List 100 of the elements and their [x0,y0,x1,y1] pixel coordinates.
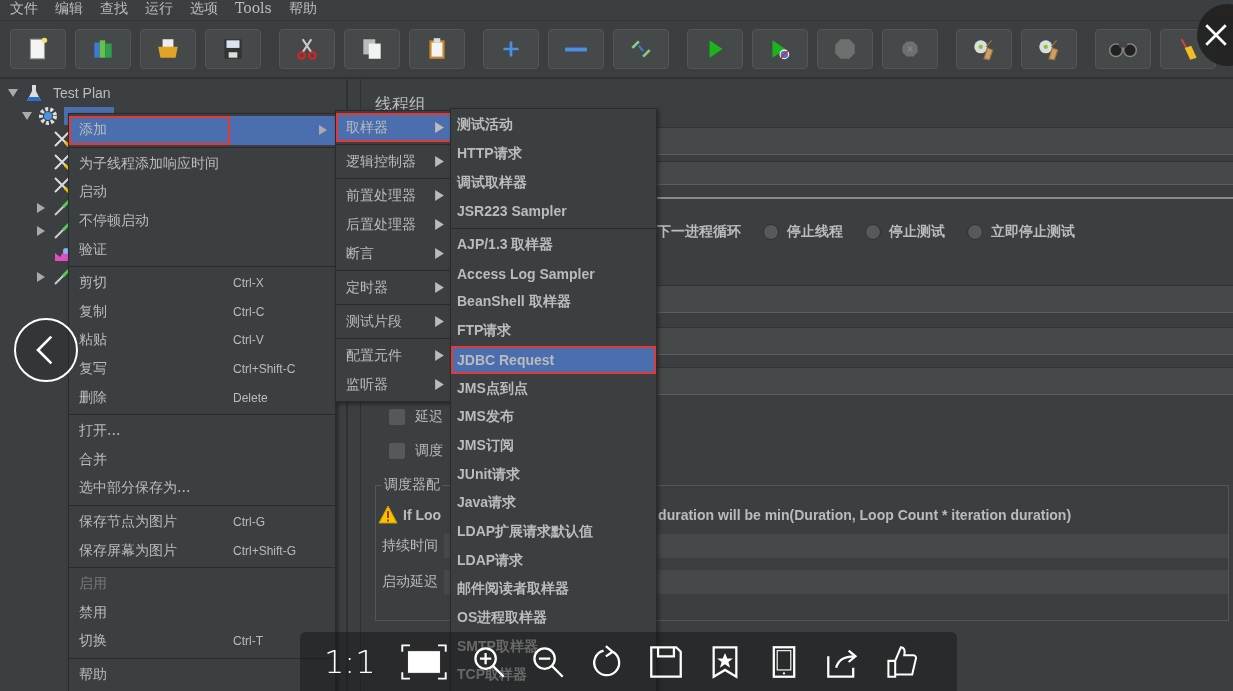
checkbox-label: 调度 [415,442,443,460]
shortcut-text: Delete [233,390,269,405]
collapsed-arrow-icon[interactable] [36,225,46,236]
toolbar-button[interactable] [10,29,66,69]
menu-item[interactable]: 逻辑控制器 [336,147,452,176]
submenu-arrow-icon [435,190,444,201]
radio-button[interactable] [865,224,881,240]
menu-item[interactable]: 配置元件 [336,341,452,370]
toolbar-button[interactable] [205,29,261,69]
menu-item[interactable]: JMS订阅 [451,431,656,461]
menu-item[interactable]: Access Log Sampler [451,259,656,289]
toolbar-button[interactable] [1021,29,1077,69]
menu-item[interactable]: JSR223 Sampler [451,197,656,226]
menu-item[interactable]: 调试取样器 [451,168,656,198]
menu-item[interactable]: 前置处理器 [336,181,452,210]
toolbar-button[interactable] [75,29,131,69]
menu-item[interactable]: 剪切 Ctrl-X [69,268,335,298]
menu-item[interactable]: 断言 [336,239,452,268]
submenu-arrow-icon [435,219,444,230]
menu-item[interactable]: FTP请求 [451,316,656,346]
menu-item[interactable]: 保存屏幕为图片 Ctrl+Shift-G [69,536,335,565]
menu-item[interactable]: 打开... [69,416,335,446]
radio-button[interactable] [967,224,983,240]
menu-item[interactable]: 监听器 [336,370,452,399]
menu-item[interactable]: LDAP扩展请求默认值 [451,517,656,547]
menu-item[interactable]: HTTP请求 [451,139,656,169]
menu-item[interactable]: 验证 [69,235,335,264]
menu-item[interactable]: LDAP请求 [451,546,656,575]
field-label: 持续时间 [382,537,438,555]
stop-sign-icon [832,36,858,62]
menu-item[interactable]: 复写 Ctrl+Shift-C [69,354,335,384]
like-button[interactable] [884,644,919,679]
radio-label: 立即停止测试 [991,223,1075,241]
scissors-icon [294,36,320,62]
checkbox[interactable] [389,443,405,459]
field-label: 启动延迟 [382,573,438,591]
shortcut-text: Ctrl-T [233,634,264,649]
menu-item[interactable]: 邮件阅读者取样器 [451,575,656,604]
menu-bar-item[interactable]: 查找 [100,0,128,16]
shortcut-text: Ctrl+Shift-G [233,543,297,558]
binoculars-icon [1109,40,1137,58]
previous-button[interactable] [14,318,78,382]
menu-item[interactable]: 启动 [69,178,335,207]
radio-label: 停止测试 [889,223,945,241]
checkbox-label: 延迟 [415,408,443,426]
save-button[interactable] [648,644,683,679]
menu-item[interactable]: 删除 Delete [69,383,335,412]
menu-item[interactable]: 测试活动 [451,111,656,140]
submenu-arrow-icon [435,156,444,167]
warning-text: duration will be min(Duration, Loop Count * iteration duration) [658,507,1072,523]
menu-item[interactable]: 为子线程添加响应时间 [69,149,335,179]
menu-bar-item[interactable]: 帮助 [288,0,317,16]
expanded-arrow-icon[interactable] [8,87,18,98]
menu-item[interactable]: JMS点到点 [451,374,656,403]
fit-screen-icon [400,643,447,680]
shortcut-text: Ctrl-G [233,515,266,529]
menu-item[interactable]: 不停顿启动 [69,206,335,236]
menu-item[interactable]: 合并 [69,445,335,475]
fit-screen-button[interactable] [400,643,447,680]
menu-bar-item[interactable]: 运行 [145,0,173,16]
submenu-arrow-icon [435,248,444,259]
menu-item[interactable]: BeanShell 取样器 [451,288,656,317]
menu-item[interactable]: 保存节点为图片 Ctrl-G [69,507,335,537]
submenu-arrow-icon [435,282,444,293]
menu-item[interactable]: 复制 Ctrl-C [69,297,335,327]
tree-item[interactable]: Test Plan [50,83,114,102]
menu-bar-item[interactable]: 选项 [190,0,218,16]
menu-item[interactable]: 测试片段 [336,307,452,336]
submenu-arrow-icon [435,316,444,327]
warning-icon [378,505,398,525]
toolbar-button[interactable] [956,29,1012,69]
radio-button[interactable] [763,224,779,240]
thumbs-up-icon [884,644,919,679]
checkbox[interactable] [389,409,405,425]
menu-item[interactable]: 定时器 [336,273,452,302]
menu-item[interactable]: 选中部分保存为... [69,474,335,503]
close-icon [1203,22,1229,48]
menu-bar-item[interactable]: 编辑 [55,0,83,16]
collapsed-arrow-icon[interactable] [36,202,46,213]
submenu-arrow-icon [435,122,444,133]
menu-item[interactable]: JUnit请求 [451,460,656,489]
menu-item[interactable]: AJP/1.3 取样器 [451,230,656,260]
menu-item[interactable]: 禁用 [69,598,335,628]
toolbar-button[interactable] [344,29,400,69]
collapsed-arrow-icon[interactable] [36,271,46,282]
radio-label: 停止线程 [787,223,843,241]
toolbar-button[interactable] [409,29,465,69]
menu-item[interactable]: Java请求 [451,488,656,518]
group-title: 调度器配 [382,476,442,494]
shortcut-text: Ctrl-C [233,304,266,319]
menu-bar-item[interactable]: Tools [235,0,272,16]
expanded-arrow-icon[interactable] [22,110,32,121]
menu-item[interactable]: 后置处理器 [336,210,452,239]
menu-bar-item[interactable]: 文件 [10,0,38,16]
submenu-arrow-icon [435,350,444,361]
menu-item[interactable]: OS进程取样器 [451,603,656,633]
menu-item[interactable]: JMS发布 [451,402,656,432]
menu-item[interactable]: 粘贴 Ctrl-V [69,326,335,355]
toolbar-button[interactable] [140,29,196,69]
minus-icon [565,46,587,52]
